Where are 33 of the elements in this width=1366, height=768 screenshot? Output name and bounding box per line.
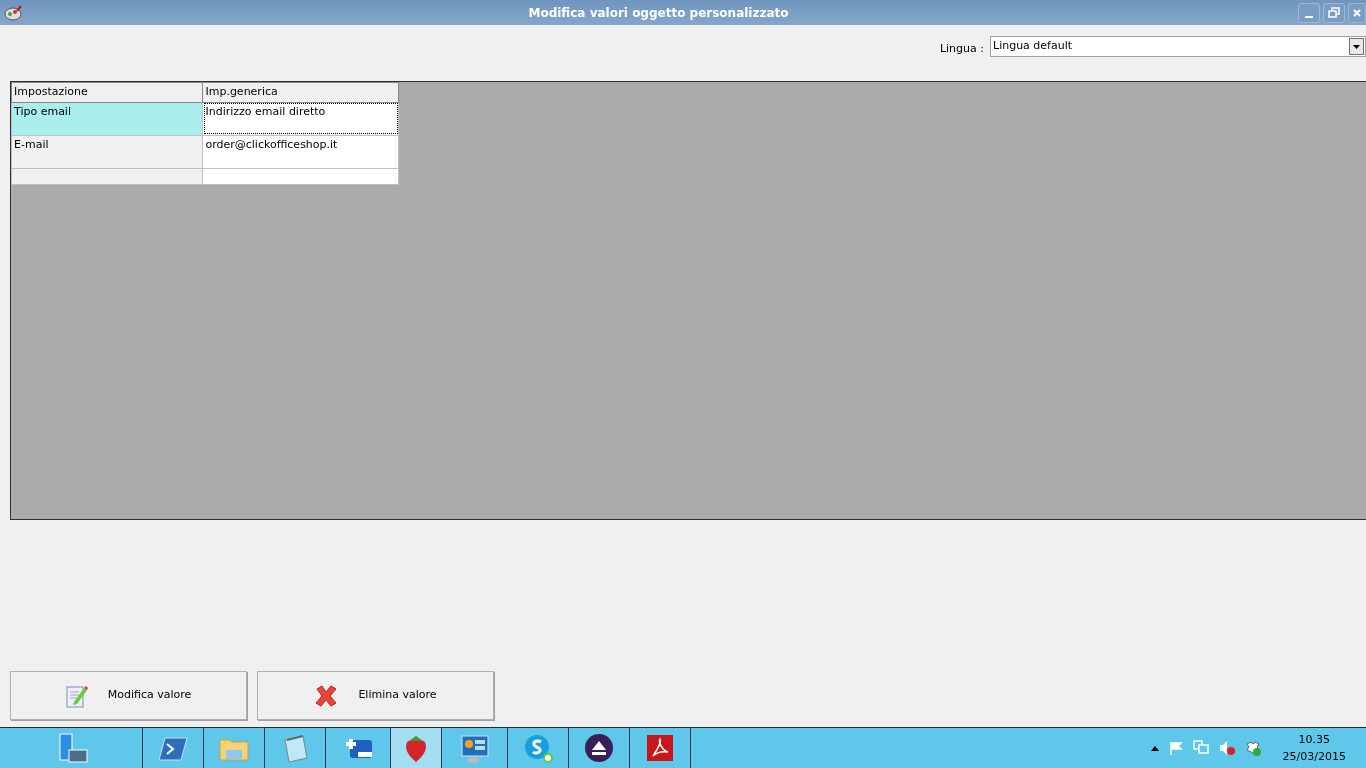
column-header: Impostazione xyxy=(11,82,203,102)
network-icon[interactable] xyxy=(1192,740,1209,756)
edit-document-icon xyxy=(65,683,88,708)
restore-button[interactable] xyxy=(1323,2,1345,23)
eject-icon xyxy=(583,732,615,764)
column-header: Imp.generica xyxy=(202,82,399,102)
setting-cell[interactable]: Tipo email xyxy=(11,102,203,135)
document-icon xyxy=(644,732,676,764)
clock[interactable]: 10.35 25/03/2015 xyxy=(1282,731,1346,765)
chat-icon xyxy=(522,732,554,764)
server-icon xyxy=(57,732,89,764)
minimize-icon xyxy=(1305,15,1313,18)
value-cell[interactable]: order@clickofficeshop.it xyxy=(202,135,399,168)
window-title: Modifica valori oggetto personalizzato xyxy=(527,4,790,22)
value-cell[interactable] xyxy=(202,168,399,184)
edit-value-button[interactable]: Modifica valore xyxy=(10,671,247,720)
value-cell[interactable]: Indirizzo email diretto xyxy=(202,102,399,135)
close-icon xyxy=(1353,8,1361,17)
minimize-button[interactable] xyxy=(1298,2,1320,23)
caret-icon xyxy=(1353,44,1360,49)
sync-icon[interactable] xyxy=(1244,740,1261,756)
control-panel-icon xyxy=(458,732,491,764)
restore-icon xyxy=(1328,6,1340,19)
app-icon xyxy=(4,4,22,21)
setting-cell[interactable]: E-mail xyxy=(11,135,203,168)
delete-value-button[interactable]: Elimina valore xyxy=(257,671,494,720)
delete-icon xyxy=(314,683,339,708)
close-button[interactable] xyxy=(1348,2,1366,23)
muted-speaker-icon[interactable] xyxy=(1218,740,1235,756)
language-label: Lingua : xyxy=(939,41,984,57)
flag-icon[interactable] xyxy=(1168,741,1183,755)
caret-icon[interactable] xyxy=(1150,745,1159,751)
language-dropdown[interactable]: Lingua default xyxy=(990,36,1366,57)
